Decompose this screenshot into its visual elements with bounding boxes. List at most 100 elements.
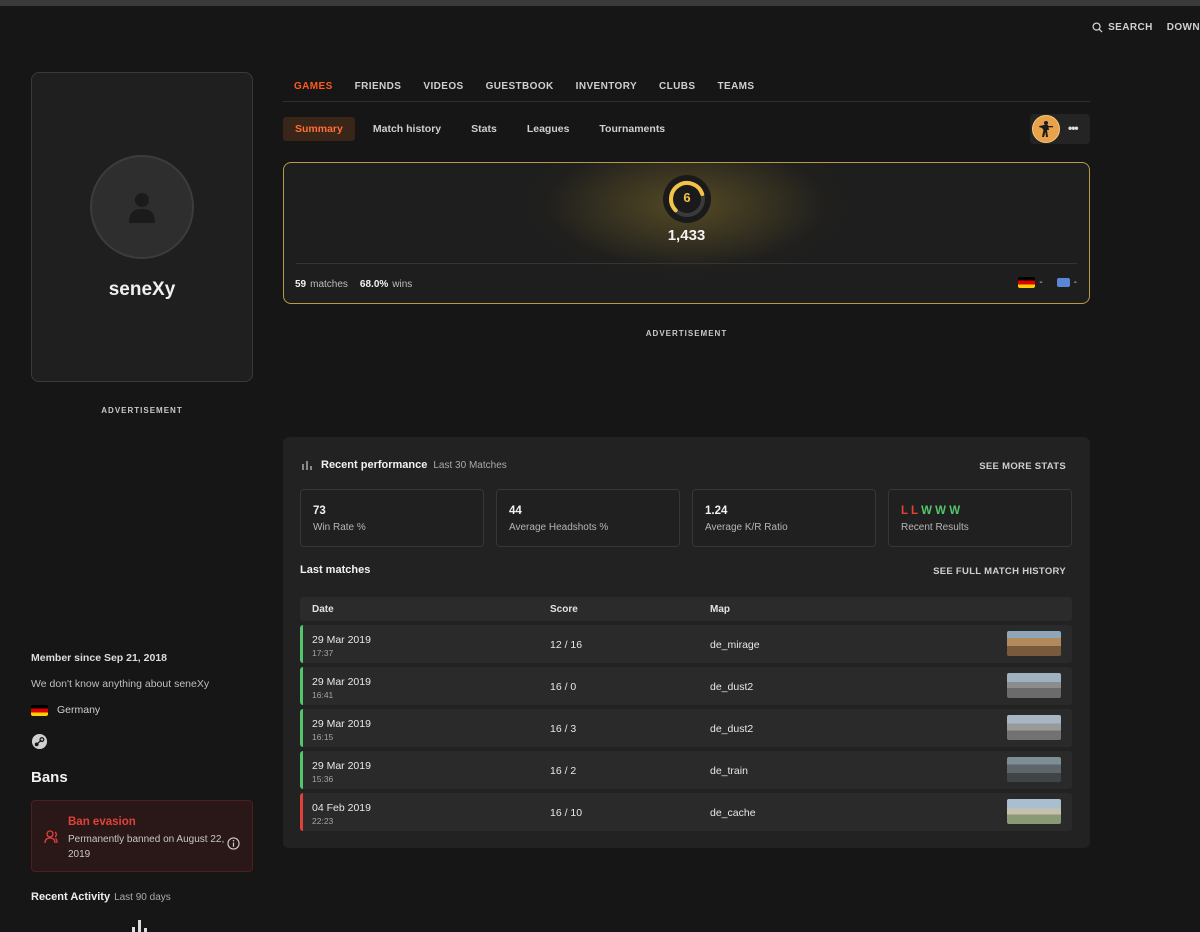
stat-label: Win Rate %: [313, 522, 366, 533]
ban-title: Ban evasion: [68, 816, 136, 828]
matches-count: 59: [295, 279, 307, 290]
match-map: de_train: [710, 765, 748, 777]
advertisement-label-main: ADVERTISEMENT: [645, 329, 728, 338]
match-date: 04 Feb 2019: [312, 802, 371, 814]
ban-description: Permanently banned on August 22, 2019: [68, 834, 225, 860]
match-date: 29 Mar 2019: [312, 760, 371, 772]
region-rank: -: [1073, 277, 1077, 288]
stat-headshots: 44 Average Headshots %: [496, 489, 680, 547]
elo-ranks: - -: [1018, 277, 1077, 288]
game-switcher: •••: [1030, 114, 1090, 144]
country-ranking-flag-icon[interactable]: [1018, 277, 1036, 288]
recent-activity-sub: Last 90 days: [114, 892, 171, 903]
see-full-history-link[interactable]: SEE FULL MATCH HISTORY: [933, 566, 1066, 577]
ban-card: Ban evasion Permanently banned on August…: [31, 800, 253, 872]
tab-clubs[interactable]: CLUBS: [648, 72, 706, 101]
performance-title: Recent performance: [321, 459, 428, 471]
tab-friends[interactable]: FRIENDS: [344, 72, 413, 101]
tab-games[interactable]: GAMES: [283, 72, 344, 101]
stat-label: Recent Results: [901, 522, 969, 533]
see-more-stats-link[interactable]: SEE MORE STATS: [979, 461, 1066, 472]
tab-inventory[interactable]: INVENTORY: [565, 72, 648, 101]
elo-value: 1,433: [667, 227, 706, 244]
matches-label: matches: [310, 279, 348, 290]
country: Germany: [31, 704, 100, 716]
match-date: 29 Mar 2019: [312, 718, 371, 730]
game-selector-button[interactable]: [1032, 115, 1060, 143]
avatar[interactable]: [90, 155, 194, 259]
table-row[interactable]: 29 Mar 2019 16:41 16 / 0 de_dust2: [300, 667, 1072, 705]
match-time: 22:23: [312, 816, 334, 826]
search-label: SEARCH: [1108, 22, 1153, 33]
recent-results: L L W W W: [901, 505, 1059, 517]
advertisement-label: ADVERTISEMENT: [101, 406, 183, 415]
search-button[interactable]: SEARCH: [1092, 22, 1153, 33]
match-score: 16 / 2: [550, 765, 577, 777]
subtab-match-history[interactable]: Match history: [361, 117, 453, 141]
search-icon: [1092, 22, 1103, 33]
recent-activity-title: Recent Activity: [31, 891, 111, 903]
stat-value: 1.24: [705, 505, 728, 517]
activity-chart: [130, 920, 150, 932]
subtab-summary[interactable]: Summary: [283, 117, 355, 141]
recent-activity-heading: Recent Activity Last 90 days: [31, 891, 171, 903]
map-thumbnail-mirage: [1007, 631, 1061, 656]
header-map: Map: [710, 603, 730, 615]
steam-link[interactable]: [31, 733, 48, 753]
match-date: 29 Mar 2019: [312, 634, 371, 646]
bar-chart-icon: [302, 461, 312, 470]
stat-win-rate: 73 Win Rate %: [300, 489, 484, 547]
table-row[interactable]: 04 Feb 2019 22:23 16 / 10 de_cache: [300, 793, 1072, 831]
subtab-stats[interactable]: Stats: [459, 117, 509, 141]
result-letter: L: [911, 505, 918, 517]
map-thumbnail-dust2: [1007, 715, 1061, 740]
match-date: 29 Mar 2019: [312, 676, 371, 688]
main-tabs: GAMES FRIENDS VIDEOS GUESTBOOK INVENTORY…: [283, 72, 1090, 102]
table-row[interactable]: 29 Mar 2019 17:37 12 / 16 de_mirage: [300, 625, 1072, 663]
tab-videos[interactable]: VIDEOS: [412, 72, 474, 101]
tab-guestbook[interactable]: GUESTBOOK: [475, 72, 565, 101]
matches-table: Date Score Map 29 Mar 2019 17:37 12 / 16…: [300, 597, 1072, 831]
match-map: de_mirage: [710, 639, 760, 651]
matches-stat: 59 matches: [295, 279, 348, 290]
elo-card: 6 1,433 59 matches 68.0% wins - -: [283, 162, 1090, 304]
more-options-icon[interactable]: •••: [1068, 121, 1079, 135]
download-button[interactable]: DOWN: [1167, 22, 1200, 33]
stat-value: 44: [509, 505, 522, 517]
info-icon[interactable]: [227, 837, 240, 850]
performance-sub: Last 30 Matches: [433, 459, 507, 471]
match-map: de_cache: [710, 807, 756, 819]
map-thumbnail-dust2: [1007, 673, 1061, 698]
download-label: DOWN: [1166, 22, 1200, 33]
level-badge: 6: [663, 175, 711, 223]
country-name: Germany: [57, 704, 101, 716]
wins-label: wins: [392, 279, 413, 290]
header-score: Score: [550, 603, 578, 615]
elo-divider: [296, 263, 1077, 264]
stat-boxes: 73 Win Rate % 44 Average Headshots % 1.2…: [300, 489, 1072, 547]
stat-kr-ratio: 1.24 Average K/R Ratio: [692, 489, 876, 547]
subtab-tournaments[interactable]: Tournaments: [587, 117, 677, 141]
users-icon: [44, 830, 58, 844]
match-score: 12 / 16: [550, 639, 583, 651]
top-actions: SEARCH DOWN: [1092, 22, 1200, 33]
match-time: 16:41: [312, 690, 334, 700]
top-border: [0, 0, 1200, 6]
performance-panel: Recent performance Last 30 Matches SEE M…: [283, 437, 1090, 848]
steam-icon: [31, 733, 48, 750]
username: seneXy: [108, 279, 176, 300]
stat-label: Average K/R Ratio: [705, 522, 788, 533]
subtab-leagues[interactable]: Leagues: [515, 117, 582, 141]
stat-label: Average Headshots %: [509, 522, 609, 533]
map-thumbnail-cache: [1007, 799, 1061, 824]
about-text: We don't know anything about seneXy: [31, 678, 210, 690]
tab-teams[interactable]: TEAMS: [706, 72, 765, 101]
member-since: Member since Sep 21, 2018: [31, 652, 167, 664]
table-row[interactable]: 29 Mar 2019 15:36 16 / 2 de_train: [300, 751, 1072, 789]
match-map: de_dust2: [710, 723, 754, 735]
result-letter: W: [921, 505, 932, 517]
table-row[interactable]: 29 Mar 2019 16:15 16 / 3 de_dust2: [300, 709, 1072, 747]
germany-flag-icon: [31, 704, 48, 716]
sub-tabs: Summary Match history Stats Leagues Tour…: [283, 117, 683, 141]
region-ranking-icon[interactable]: [1056, 278, 1070, 287]
